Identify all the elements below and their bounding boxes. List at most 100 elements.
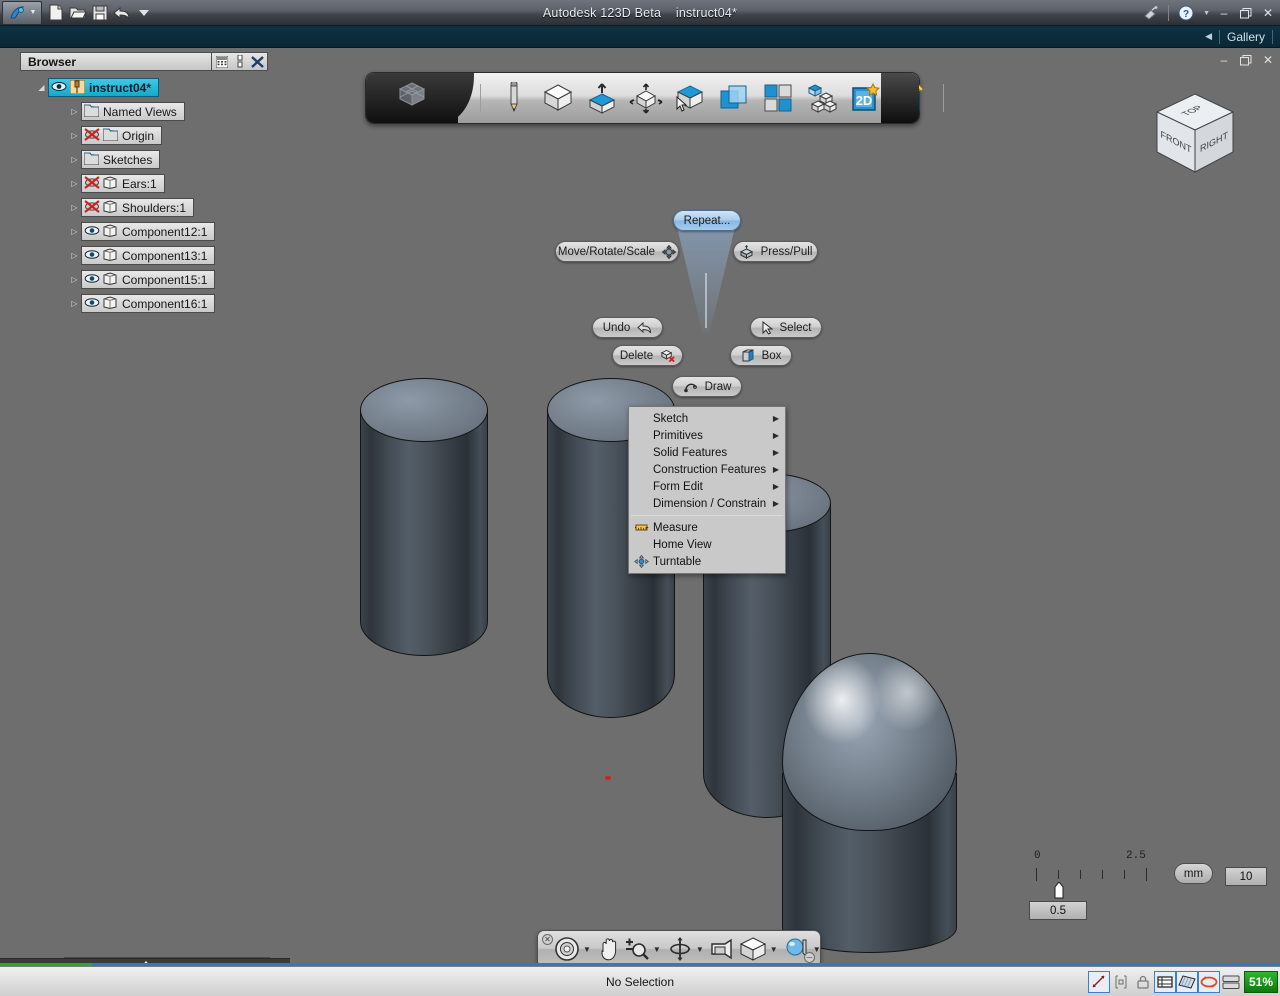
viewcube-button[interactable] [739,935,767,963]
context-menu-item-home-view[interactable]: Home View [629,536,785,553]
pan-button[interactable] [597,935,621,963]
chevron-right-icon[interactable]: ▷ [68,204,81,212]
tree-chip[interactable]: Component15:1 [81,270,215,289]
plane-icon[interactable] [1176,971,1198,993]
tree-item-component13[interactable]: ▷ Component13:1 [20,246,270,265]
context-menu-item-solid-features[interactable]: Solid Features ▶ [629,444,785,461]
tree-item-sketches[interactable]: ▷ Sketches [20,150,270,169]
zoom-caret-icon[interactable]: ▼ [653,945,661,954]
view-cube[interactable]: TOP FRONT RIGHT [1145,88,1245,188]
context-menu-item-primitives[interactable]: Primitives ▶ [629,427,785,444]
look-button[interactable] [710,935,736,963]
doc-restore-button[interactable] [1238,52,1254,68]
tree-chip[interactable]: Sketches [81,150,160,169]
marking-menu-move-rotate-scale[interactable]: Move/Rotate/Scale [555,241,679,262]
tree-item-shoulders[interactable]: ▷ Shoulders:1 [20,198,270,217]
snap-value-input[interactable]: 0.5 [1029,901,1087,920]
context-menu[interactable]: Sketch ▶ Primitives ▶ Solid Features ▶ C… [628,406,786,574]
zoom-level-indicator[interactable]: 51% [1244,971,1278,993]
assemble-tool-button[interactable] [805,81,839,115]
save-file-icon[interactable] [89,2,111,24]
tree-item-instruct04[interactable]: instruct04* [48,78,159,97]
tree-chip[interactable]: Ears:1 [81,174,165,193]
tree-item-component16[interactable]: ▷ Component16:1 [20,294,270,313]
primitives-tool-button[interactable] [541,81,575,115]
viewport-canvas[interactable]: – ✕ Browser [0,48,1280,966]
context-menu-item-dimension-constrain[interactable]: Dimension / Constrain ▶ [629,495,785,512]
hidden-eye-icon[interactable] [84,200,100,215]
tree-chip[interactable]: Named Views [81,102,185,121]
capsule-right[interactable] [782,653,957,953]
sketch-tool-button[interactable] [497,81,531,115]
context-menu-item-form-edit[interactable]: Form Edit ▶ [629,478,785,495]
marking-menu-select[interactable]: Select [750,317,822,338]
doc-close-button[interactable]: ✕ [1260,52,1276,68]
chevron-right-icon[interactable]: ▷ [68,276,81,284]
orbit-ring-icon[interactable] [1198,971,1220,993]
tree-chip[interactable]: Origin [81,126,162,145]
doc-minimize-button[interactable]: – [1216,52,1232,68]
satellite-icon[interactable] [1140,2,1162,24]
scale-slider-handle[interactable] [1054,882,1064,898]
cylinder-left[interactable] [360,378,488,656]
tree-item-ears[interactable]: ▷ Ears:1 [20,174,270,193]
construct-tool-button[interactable] [585,81,619,115]
hidden-eye-icon[interactable] [84,128,100,143]
minimize-button[interactable]: – [1216,5,1232,21]
open-file-icon[interactable] [67,2,89,24]
render-caret-icon[interactable]: ▼ [813,945,821,954]
help-caret-icon[interactable]: ▼ [1203,10,1210,17]
grid-tool-button[interactable] [761,81,795,115]
marking-menu-box[interactable]: Box [730,345,792,366]
tree-item-named-views[interactable]: ▷ Named Views [20,102,270,121]
eye-icon[interactable] [51,80,67,95]
gallery-tab[interactable]: Gallery [1227,30,1265,44]
chevron-right-icon[interactable]: ▷ [68,132,81,140]
customize-caret-icon[interactable] [133,2,155,24]
gallery-prev-arrow-icon[interactable]: ◀ [1205,31,1212,42]
nav-more-icon[interactable]: ─ [804,952,815,963]
chevron-right-icon[interactable]: ▷ [68,156,81,164]
app-menu-button[interactable]: ▼ [2,1,42,25]
tree-chip[interactable]: Component12:1 [81,222,215,241]
orbit-caret-icon[interactable]: ▼ [696,945,704,954]
pattern-tool-button[interactable] [673,81,707,115]
context-menu-item-turntable[interactable]: Turntable [629,553,785,570]
tree-chip[interactable]: Component13:1 [81,246,215,265]
hidden-eye-icon[interactable] [84,176,100,191]
tree-root-node[interactable]: ◢ instruct04* [20,78,270,97]
context-menu-item-measure[interactable]: Measure [629,519,785,536]
nav-close-icon[interactable]: ✕ [542,934,553,945]
home-button[interactable] [366,73,458,123]
expand-collapse-icon[interactable]: ◢ [35,84,48,92]
context-menu-item-sketch[interactable]: Sketch ▶ [629,410,785,427]
tree-item-origin[interactable]: ▷ Origin [20,126,270,145]
eye-icon[interactable] [84,224,100,239]
display-icon[interactable] [1220,971,1242,993]
chevron-right-icon[interactable]: ▷ [68,108,81,116]
steering-wheel-caret-icon[interactable]: ▼ [583,945,591,954]
zoom-button[interactable] [624,935,650,963]
combine-tool-button[interactable] [717,81,751,115]
orbit-button[interactable] [667,935,693,963]
chevron-right-icon[interactable]: ▷ [68,180,81,188]
marking-menu-press-pull[interactable]: Press/Pull [733,241,818,262]
tree-item-component12[interactable]: ▷ Component12:1 [20,222,270,241]
marking-menu-undo[interactable]: Undo [592,317,663,338]
tree-chip[interactable]: Component16:1 [81,294,215,313]
marking-menu-delete[interactable]: Delete [612,345,683,366]
eye-icon[interactable] [84,296,100,311]
new-file-icon[interactable] [45,2,67,24]
close-button[interactable]: ✕ [1260,5,1276,21]
browser-filter-icon[interactable] [215,55,228,68]
grid-icon[interactable] [1154,971,1176,993]
snap-icon[interactable] [1088,971,1110,993]
marking-menu-repeat[interactable]: Repeat... [673,210,741,231]
grid-value-input[interactable]: 10 [1225,867,1267,886]
eye-icon[interactable] [84,272,100,287]
chevron-right-icon[interactable]: ▷ [68,300,81,308]
viewcube-caret-icon[interactable]: ▼ [770,945,778,954]
help-icon[interactable]: ? [1175,2,1197,24]
units-button[interactable]: mm [1174,863,1213,884]
chevron-right-icon[interactable]: ▷ [68,252,81,260]
